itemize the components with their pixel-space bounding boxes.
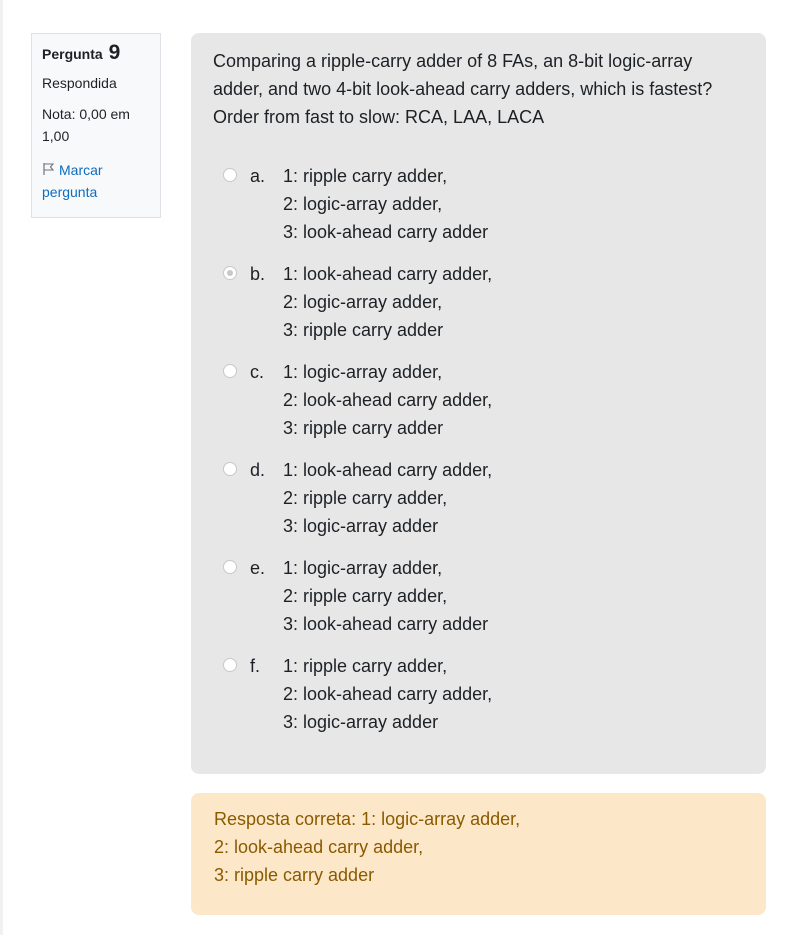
answer-radio[interactable] <box>223 168 237 182</box>
answer-option-f[interactable]: f. 1: ripple carry adder, 2: look-ahead ca… <box>213 652 744 750</box>
answer-radio[interactable] <box>223 658 237 672</box>
answer-line: 1: look-ahead carry adder, <box>283 264 493 284</box>
correct-answer-feedback: Resposta correta: 1: logic-array adder, 2… <box>191 793 766 915</box>
answer-letter: c. <box>250 362 265 382</box>
question-text: Comparing a ripple-carry adder of 8 FAs,… <box>213 51 713 127</box>
feedback-line: Resposta correta: 1: logic-array adder, <box>214 809 521 829</box>
answer-option-c[interactable]: c. 1: logic-array adder, 2: look-ahead car… <box>213 358 744 456</box>
answer-text: 1: ripple carry adder, 2: look-ahead carr… <box>283 652 492 736</box>
answer-text: 1: look-ahead carry adder, 2: ripple carr… <box>283 456 492 540</box>
answer-text: 1: logic-array adder, 2: ripple carry add… <box>283 554 488 638</box>
answer-text: 1: ripple carry adder, 2: logic-array add… <box>283 162 488 246</box>
answer-line: 3: logic-array adder <box>283 516 439 536</box>
answer-text: 1: look-ahead carry adder, 2: logic-array… <box>283 260 492 344</box>
answer-text: 1: logic-array adder, 2: look-ahead carry… <box>283 358 492 442</box>
answer-letter: e. <box>250 558 266 578</box>
feedback-line: 3: ripple carry adder <box>214 865 375 885</box>
question-number: 9 <box>108 41 121 64</box>
answer-letter: a. <box>250 166 266 186</box>
question-grade: Nota: 0,00 em 1,00 <box>42 106 130 144</box>
answer-letter: b. <box>250 264 266 284</box>
answer-radio[interactable] <box>223 462 237 476</box>
answer-line: 1: logic-array adder, <box>283 558 443 578</box>
answer-line: 2: look-ahead carry adder, <box>283 390 493 410</box>
question-info-panel: Pergunta 9 Respondida Nota: 0,00 em 1,00… <box>31 33 161 218</box>
answer-letter: d. <box>250 460 266 480</box>
answer-line: 3: ripple carry adder <box>283 418 444 438</box>
flag-icon <box>43 163 55 175</box>
feedback-line: 2: look-ahead carry adder, <box>214 837 424 857</box>
answer-option-e[interactable]: e. 1: logic-array adder, 2: ripple carry a… <box>213 554 744 652</box>
flag-question-link[interactable]: Marcar pergunta <box>42 159 150 203</box>
answer-radio[interactable] <box>223 364 237 378</box>
page-left-border <box>0 0 3 935</box>
answer-line: 1: ripple carry adder, <box>283 656 448 676</box>
question-heading-label: Pergunta <box>42 46 103 62</box>
answer-line: 2: ripple carry adder, <box>283 586 448 606</box>
answer-line: 1: look-ahead carry adder, <box>283 460 493 480</box>
answer-line: 2: ripple carry adder, <box>283 488 448 508</box>
question-state: Respondida <box>42 75 117 91</box>
answer-letter: f. <box>250 656 261 676</box>
question-content: Comparing a ripple-carry adder of 8 FAs,… <box>191 33 766 774</box>
answer-option-a[interactable]: a. 1: ripple carry adder, 2: logic-array a… <box>213 162 744 260</box>
answer-line: 3: ripple carry adder <box>283 320 444 340</box>
answer-line: 3: look-ahead carry adder <box>283 614 489 634</box>
answer-line: 1: logic-array adder, <box>283 362 443 382</box>
answer-line: 1: ripple carry adder, <box>283 166 448 186</box>
answer-line: 2: look-ahead carry adder, <box>283 684 493 704</box>
question-heading: Pergunta 9 <box>42 41 150 65</box>
answer-line: 2: logic-array adder, <box>283 194 443 214</box>
answer-option-d[interactable]: d. 1: look-ahead carry adder, 2: ripple ca… <box>213 456 744 554</box>
answer-line: 3: logic-array adder <box>283 712 439 732</box>
answer-radio[interactable] <box>223 560 237 574</box>
answer-line: 3: look-ahead carry adder <box>283 222 489 242</box>
answer-line: 2: logic-array adder, <box>283 292 443 312</box>
answer-options: a. 1: ripple carry adder, 2: logic-array a… <box>213 162 744 750</box>
answer-radio[interactable] <box>223 266 237 280</box>
answer-option-b[interactable]: b. 1: look-ahead carry adder, 2: logic-arr… <box>213 260 744 358</box>
